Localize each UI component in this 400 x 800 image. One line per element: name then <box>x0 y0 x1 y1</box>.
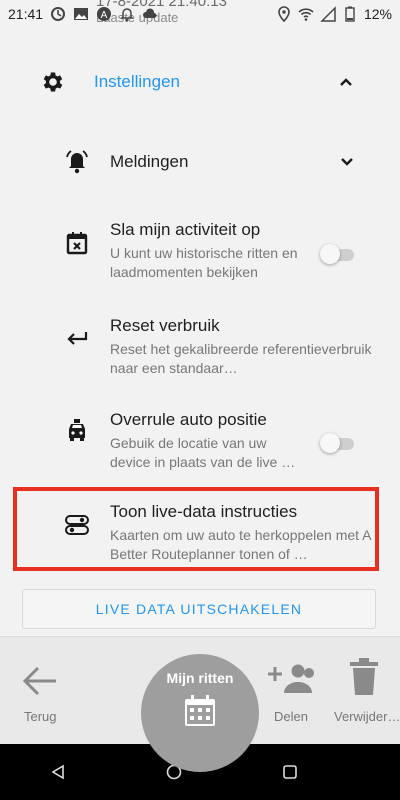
alarm-icon <box>50 6 66 22</box>
override-position-desc: Gebuik de locatie van uw device in plaat… <box>110 435 296 470</box>
save-activity-title: Sla mijn activiteit op <box>110 220 261 239</box>
share-button[interactable]: Delen <box>258 637 322 745</box>
back-button[interactable]: Terug <box>10 637 70 745</box>
nav-back-icon[interactable] <box>50 764 66 780</box>
save-activity-toggle[interactable] <box>320 244 356 264</box>
reset-consumption-title: Reset verbruik <box>110 316 220 335</box>
a-icon: A <box>96 6 112 22</box>
settings-section-header[interactable]: Instellingen <box>0 56 400 108</box>
override-position-toggle[interactable] <box>320 433 356 453</box>
back-label: Terug <box>24 709 57 724</box>
settings-title: Instellingen <box>94 72 181 91</box>
save-activity-desc: U kunt uw historische ritten en laadmome… <box>110 245 298 280</box>
return-arrow-icon <box>64 324 90 350</box>
bell-ring-icon <box>64 148 90 174</box>
calendar-x-icon <box>64 230 90 256</box>
notifications-row[interactable]: Meldingen <box>0 138 400 186</box>
chevron-up-icon[interactable] <box>336 72 356 92</box>
trash-icon <box>350 657 378 697</box>
taxi-icon <box>64 418 90 444</box>
battery-icon <box>342 6 358 22</box>
delete-button[interactable]: Verwijder… <box>334 637 400 745</box>
battery-percentage: 12% <box>363 6 392 22</box>
reset-consumption-desc: Reset het gekalibreerde referentieverbru… <box>110 341 372 376</box>
share-label: Delen <box>274 709 308 724</box>
calendar-icon <box>183 694 217 728</box>
signal-icon <box>320 6 336 22</box>
reset-consumption-row[interactable]: Reset verbruik Reset het gekalibreerde r… <box>0 308 400 384</box>
override-position-row[interactable]: Overrule auto positie Gebuik de locatie … <box>0 402 400 478</box>
disable-live-data-button[interactable]: LIVE DATA UITSCHAKELEN <box>22 589 376 629</box>
notifications-title: Meldingen <box>110 152 189 171</box>
add-group-icon <box>264 661 316 697</box>
cloud-icon <box>142 6 158 22</box>
save-activity-row[interactable]: Sla mijn activiteit op U kunt uw histori… <box>0 212 400 288</box>
override-position-title: Overrule auto positie <box>110 410 267 429</box>
svg-text:A: A <box>101 10 108 21</box>
bell-icon <box>119 6 135 22</box>
wifi-icon <box>298 6 314 22</box>
highlight-box <box>13 487 379 571</box>
gear-icon <box>40 69 66 95</box>
delete-label: Verwijder… <box>334 709 400 724</box>
location-icon <box>276 6 292 22</box>
status-bar: 21:41 A 12% <box>0 0 400 28</box>
nav-recents-icon[interactable] <box>282 764 298 780</box>
status-time: 21:41 <box>8 6 44 22</box>
image-icon <box>73 6 89 22</box>
my-trips-label: Mijn ritten <box>166 670 234 686</box>
chevron-down-icon[interactable] <box>337 152 357 172</box>
my-trips-button[interactable]: Mijn ritten <box>141 654 259 772</box>
back-arrow-icon <box>22 665 58 697</box>
